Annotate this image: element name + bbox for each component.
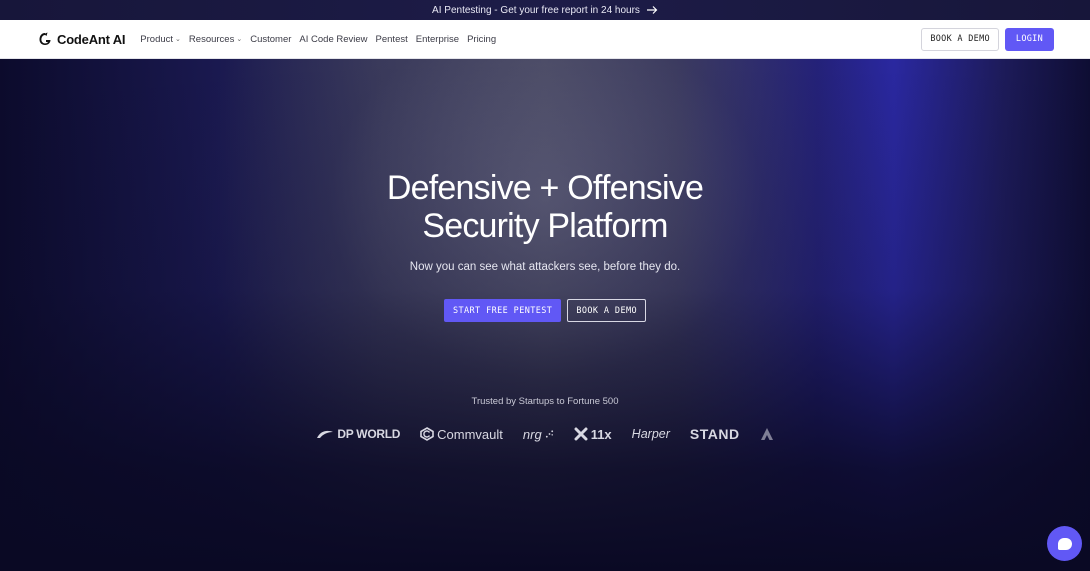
nav-item-label: Resources bbox=[188, 33, 235, 45]
hero-title: Defensive + Offensive Security Platform bbox=[0, 169, 1090, 245]
chevron-down-icon: ⌄ bbox=[175, 36, 181, 43]
codeant-logo-icon bbox=[39, 32, 51, 45]
brand-name: STAND bbox=[689, 426, 740, 442]
nav-item-label: Enterprise bbox=[415, 33, 460, 45]
logo[interactable]: CodeAnt AI bbox=[38, 32, 125, 47]
brand-name: nrg bbox=[522, 426, 542, 442]
hero-cta-row: START FREE PENTEST BOOK A DEMO bbox=[0, 299, 1090, 322]
hero-section: Defensive + Offensive Security Platform … bbox=[0, 59, 1090, 571]
announcement-bar[interactable]: AI Pentesting - Get your free report in … bbox=[0, 0, 1090, 20]
book-demo-button[interactable]: BOOK A DEMO bbox=[921, 27, 999, 51]
main-menu: Product ⌄ Resources ⌄ Customer AI Code R… bbox=[136, 34, 500, 45]
dp-world-mark-icon bbox=[317, 430, 334, 438]
nav-item-label: Pentest bbox=[375, 33, 408, 45]
partial-brand-logo bbox=[760, 427, 774, 441]
hero-title-line2: Security Platform bbox=[422, 207, 668, 245]
top-nav: CodeAnt AI Product ⌄ Resources ⌄ Custome… bbox=[0, 20, 1090, 59]
nav-item-customer[interactable]: Customer bbox=[246, 34, 295, 45]
commvault-logo: Commvault bbox=[420, 427, 503, 442]
nav-item-resources[interactable]: Resources ⌄ bbox=[185, 34, 246, 45]
arrow-right-icon[interactable] bbox=[646, 4, 658, 16]
announcement-text[interactable]: AI Pentesting - Get your free report in … bbox=[432, 5, 640, 16]
hero-title-line1: Defensive + Offensive bbox=[386, 169, 704, 207]
brand-name: Commvault bbox=[437, 426, 503, 442]
dp-world-logo: DP WORLD bbox=[316, 427, 400, 441]
nav-actions: BOOK A DEMO LOGIN bbox=[921, 27, 1054, 51]
11x-mark-icon bbox=[574, 427, 588, 441]
login-button[interactable]: LOGIN bbox=[1004, 27, 1054, 51]
nav-item-enterprise[interactable]: Enterprise bbox=[412, 34, 463, 45]
harper-logo: Harper bbox=[632, 427, 670, 441]
commvault-mark-icon bbox=[420, 427, 434, 441]
hero-subtitle: Now you can see what attackers see, befo… bbox=[409, 261, 681, 273]
brand-name: 11x bbox=[590, 426, 612, 442]
chat-bubble-icon bbox=[1057, 537, 1072, 550]
nrg-logo: nrg bbox=[523, 427, 554, 442]
hero-book-demo-button[interactable]: BOOK A DEMO bbox=[567, 299, 647, 322]
nav-item-pricing[interactable]: Pricing bbox=[463, 34, 500, 45]
11x-logo: 11x bbox=[574, 427, 612, 442]
nav-item-product[interactable]: Product ⌄ bbox=[136, 34, 185, 45]
nav-item-label: Pricing bbox=[467, 33, 497, 45]
brand-name: Harper bbox=[631, 427, 670, 441]
customer-logos: DP WORLD Commvault nrg 11x Harper STAND bbox=[0, 426, 1090, 442]
nav-item-ai-code-review[interactable]: AI Code Review bbox=[295, 34, 371, 45]
stand-logo: STAND bbox=[690, 426, 740, 442]
brand-name: DP WORLD bbox=[337, 427, 401, 441]
chevron-down-icon: ⌄ bbox=[236, 36, 243, 43]
nav-item-label: AI Code Review bbox=[299, 33, 368, 45]
nav-item-label: Customer bbox=[250, 33, 292, 45]
nrg-spark-icon bbox=[545, 430, 553, 438]
nav-item-label: Product bbox=[140, 33, 174, 45]
trusted-by-text: Trusted by Startups to Fortune 500 bbox=[471, 396, 619, 407]
nav-item-pentest[interactable]: Pentest bbox=[372, 34, 412, 45]
chat-widget-button[interactable] bbox=[1047, 526, 1082, 561]
triangle-brand-icon bbox=[760, 428, 773, 440]
start-free-pentest-button[interactable]: START FREE PENTEST bbox=[443, 299, 562, 322]
logo-text: CodeAnt AI bbox=[57, 31, 126, 47]
